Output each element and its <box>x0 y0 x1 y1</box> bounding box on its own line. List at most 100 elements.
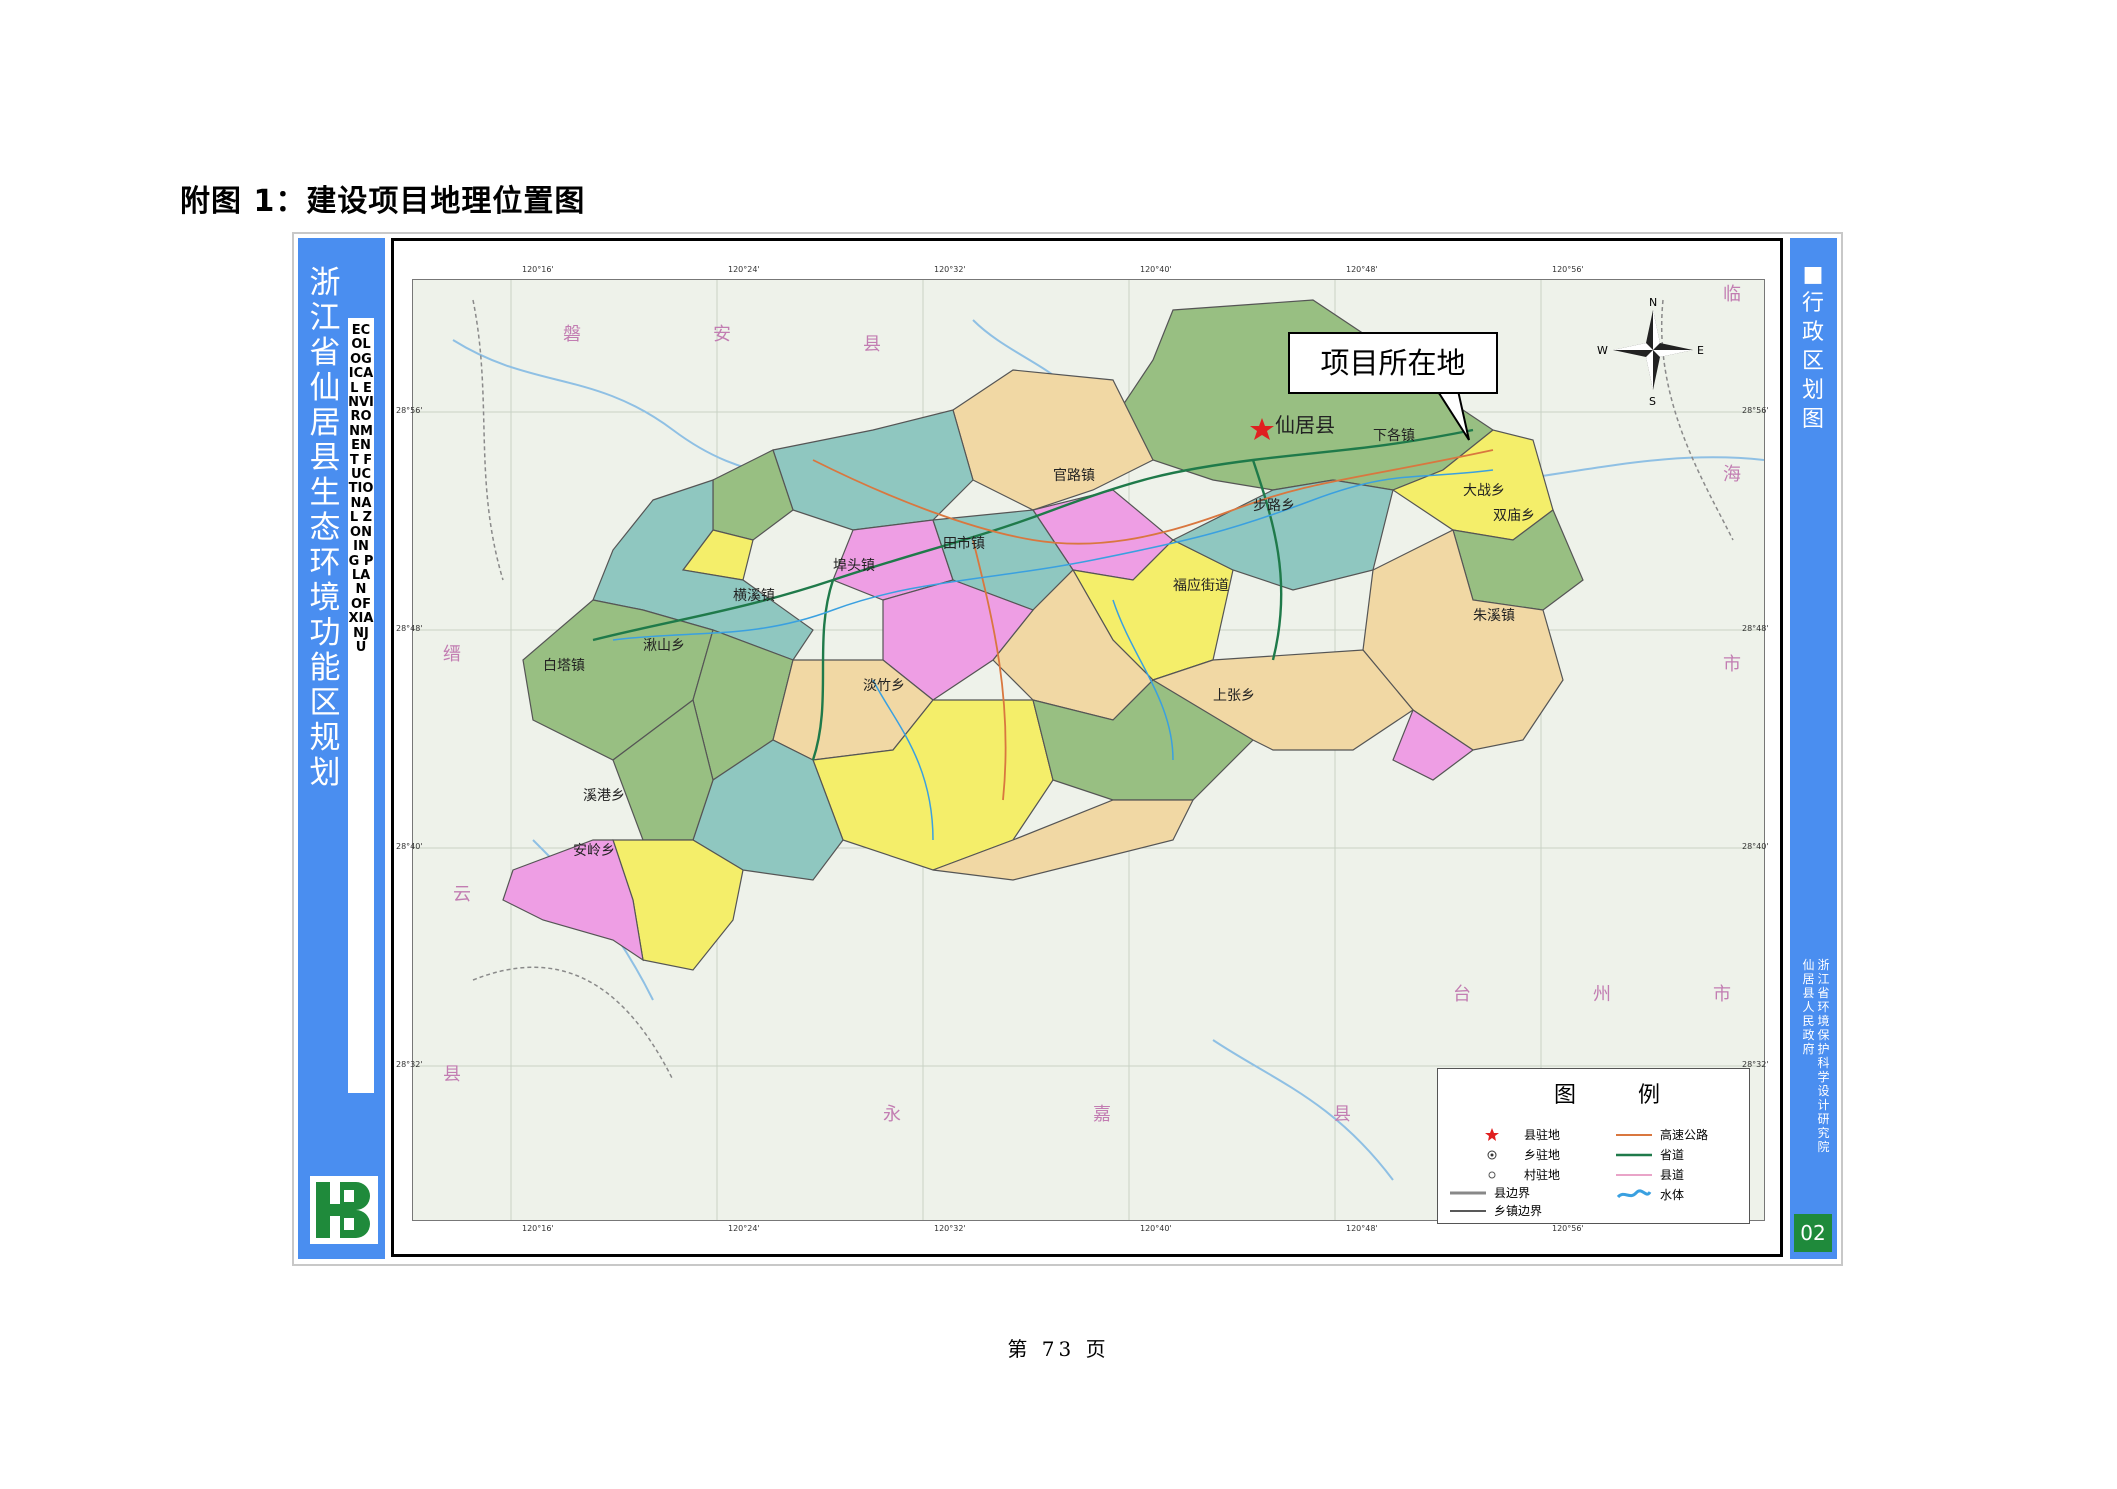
legend-item-town-boundary: 乡镇边界 <box>1448 1203 1598 1219</box>
lon-tick-bottom: 120°48' <box>1346 1224 1378 1233</box>
project-location-callout: 项目所在地 <box>1288 332 1498 394</box>
svg-text:W: W <box>1597 344 1608 357</box>
town-label: 溪港乡 <box>583 788 625 804</box>
county-seat-label: 仙居县 <box>1275 413 1335 437</box>
town-label: 湫山乡 <box>643 638 685 654</box>
lon-tick-top: 120°40' <box>1140 265 1172 274</box>
legend-item-township-seat: 乡驻地 <box>1478 1147 1598 1163</box>
institute-logo-icon <box>310 1176 378 1244</box>
town-label: 下各镇 <box>1373 428 1415 444</box>
town-label: 双庙乡 <box>1493 508 1535 524</box>
sheet-code: 02 <box>1794 1214 1832 1252</box>
outer-label: 云 <box>453 884 471 905</box>
water-wave-icon <box>1616 1189 1652 1199</box>
red-star-icon <box>1485 1128 1499 1141</box>
lon-tick-top: 120°48' <box>1346 265 1378 274</box>
legend-label: 乡驻地 <box>1524 1148 1561 1162</box>
svg-text:E: E <box>1697 344 1704 357</box>
town-label: 横溪镇 <box>733 588 775 604</box>
right-title-bar: ■ 行政区划图 浙江省环境保护科学设计研究院 仙居县人民政府 02 <box>1790 238 1837 1259</box>
left-title-bar: 浙江省仙居县生态环境功能区规划 ECOLOGICAL ENVIRONMENT F… <box>298 238 385 1259</box>
lat-tick-left: 28°48' <box>396 624 423 633</box>
map-type-label: 行政区划图 <box>1801 291 1824 432</box>
small-circle-icon <box>1488 1171 1496 1179</box>
outer-label: 嘉 <box>1093 1104 1111 1125</box>
lat-tick-left: 28°32' <box>396 1060 423 1069</box>
town-label: 田市镇 <box>943 535 985 552</box>
outer-label: 县 <box>863 334 881 355</box>
outer-label: 临 <box>1723 284 1741 305</box>
svg-text:N: N <box>1649 296 1657 309</box>
town-label: 白塔镇 <box>543 658 585 674</box>
outer-label: 县 <box>1333 1104 1351 1125</box>
dotted-circle-icon <box>1487 1150 1497 1160</box>
legend-label: 乡镇边界 <box>1494 1204 1543 1218</box>
compass-rose-icon: N S E W <box>1597 296 1704 408</box>
legend-item-county-seat: 县驻地 <box>1478 1127 1598 1143</box>
organization-credits: 浙江省环境保护科学设计研究院 仙居县人民政府 <box>1797 958 1831 1158</box>
lat-tick-left: 28°56' <box>396 406 423 415</box>
outer-label: 县 <box>443 1064 461 1085</box>
page-heading: 附图 1：建设项目地理位置图 <box>180 184 586 219</box>
org-government: 仙居县人民政府 <box>1802 958 1815 1056</box>
legend-label: 县道 <box>1660 1168 1685 1182</box>
town-label: 大战乡 <box>1463 483 1505 499</box>
town-label: 埠头镇 <box>833 557 875 574</box>
outer-label: 台 <box>1453 984 1471 1005</box>
outer-label: 缙 <box>443 644 461 665</box>
lon-tick-bottom: 120°32' <box>934 1224 966 1233</box>
legend-label: 村驻地 <box>1524 1168 1561 1182</box>
legend-label: 水体 <box>1660 1188 1685 1202</box>
outer-label: 州 <box>1593 984 1611 1005</box>
legend-title-a: 图 <box>1554 1083 1577 1108</box>
lat-tick-right: 28°56' <box>1742 406 1769 415</box>
english-title: ECOLOGICAL ENVIRONMENT FUCTIONAL ZONING … <box>348 323 374 655</box>
town-label: 上张乡 <box>1213 688 1255 704</box>
outer-label: 市 <box>1723 654 1741 675</box>
legend-item-expressway: 高速公路 <box>1614 1127 1744 1143</box>
outer-label: 安 <box>713 324 731 345</box>
lon-tick-top: 120°24' <box>728 265 760 274</box>
legend-item-water-body: 水体 <box>1614 1187 1744 1203</box>
lon-tick-top: 120°56' <box>1552 265 1584 274</box>
town-label: 步路乡 <box>1253 498 1295 514</box>
legend-label: 县边界 <box>1494 1186 1531 1200</box>
page-number: 第 73 页 <box>1007 1337 1110 1361</box>
outer-label: 海 <box>1723 464 1741 485</box>
town-label: 官路镇 <box>1053 468 1095 484</box>
map-type-title: ■ 行政区划图 <box>1801 262 1824 432</box>
legend-title-b: 例 <box>1638 1083 1661 1108</box>
legend-item-county-road: 县道 <box>1614 1167 1744 1183</box>
legend-item-provincial-road: 省道 <box>1614 1147 1744 1163</box>
town-label: 朱溪镇 <box>1473 608 1515 624</box>
outer-label: 市 <box>1713 984 1731 1005</box>
map-legend: 图 例 县驻地 乡驻地 村驻地 县边界 乡镇边界 高速公路 省道 县道 水体 <box>1437 1068 1750 1224</box>
lon-tick-bottom: 120°24' <box>728 1224 760 1233</box>
lon-tick-bottom: 120°40' <box>1140 1224 1172 1233</box>
lat-tick-left: 28°40' <box>396 842 423 851</box>
legend-item-county-boundary: 县边界 <box>1448 1185 1598 1201</box>
svg-text:S: S <box>1649 395 1656 408</box>
legend-label: 省道 <box>1660 1148 1685 1162</box>
lon-tick-bottom: 120°16' <box>522 1224 554 1233</box>
gray-thick-line-icon <box>1450 1191 1486 1195</box>
legend-label: 高速公路 <box>1660 1128 1709 1142</box>
lon-tick-bottom: 120°56' <box>1552 1224 1584 1233</box>
legend-label: 县驻地 <box>1524 1128 1561 1142</box>
outer-label: 永 <box>883 1104 901 1125</box>
lat-tick-right: 28°40' <box>1742 842 1769 851</box>
town-label: 福应街道 <box>1173 577 1229 594</box>
org-institute: 浙江省环境保护科学设计研究院 <box>1817 958 1830 1154</box>
green-line-icon <box>1616 1153 1652 1157</box>
pink-line-icon <box>1616 1174 1652 1176</box>
lon-tick-top: 120°16' <box>522 265 554 274</box>
black-line-icon <box>1450 1210 1486 1212</box>
english-title-strip: ECOLOGICAL ENVIRONMENT FUCTIONAL ZONING … <box>348 318 374 1093</box>
town-label: 淡竹乡 <box>863 678 905 694</box>
vertical-title: 浙江省仙居县生态环境功能区规划 <box>309 265 341 791</box>
lat-tick-right: 28°48' <box>1742 624 1769 633</box>
lon-tick-top: 120°32' <box>934 265 966 274</box>
legend-item-village-seat: 村驻地 <box>1478 1167 1598 1183</box>
outer-label: 磐 <box>563 324 581 345</box>
town-label: 安岭乡 <box>573 843 615 859</box>
